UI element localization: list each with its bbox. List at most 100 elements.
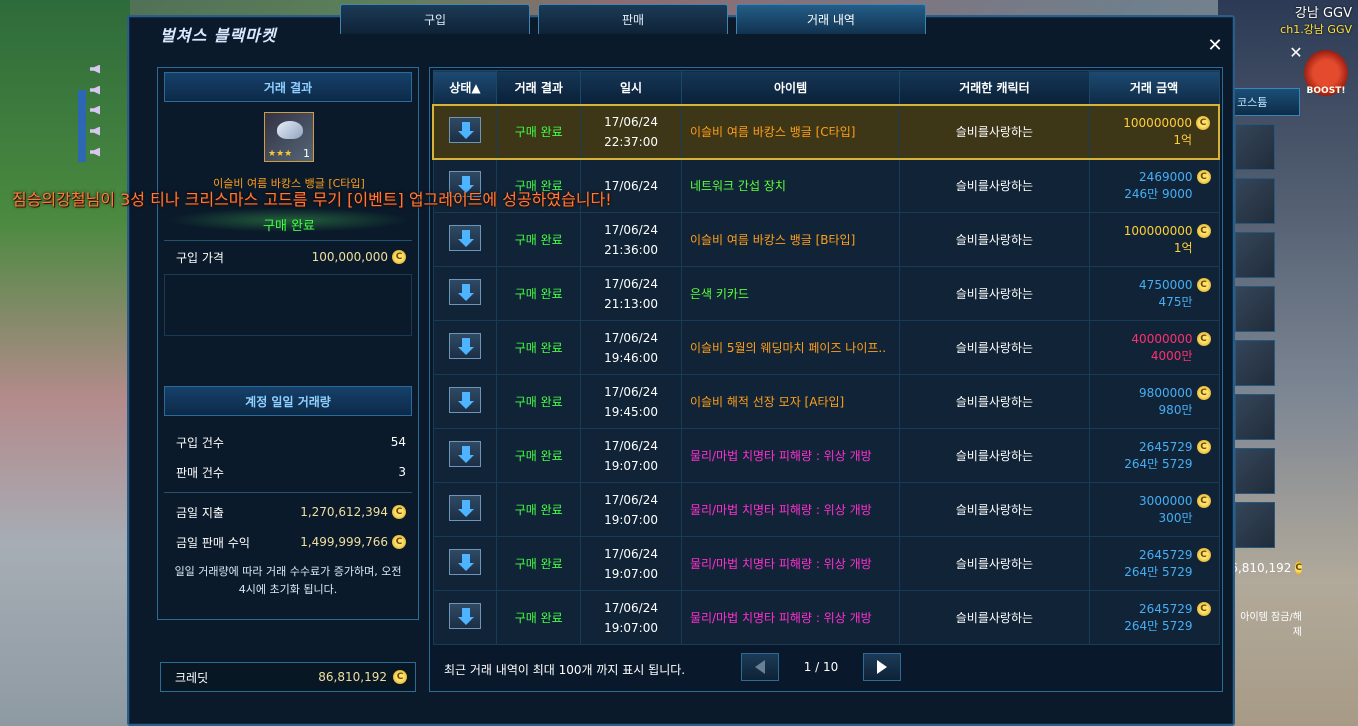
daily-panel-title: 계정 일일 거래량 [164,386,412,416]
table-row[interactable]: 구매 완료 17/06/24 22:37:00 이슬비 여름 바캉스 뱅글 [C타입]… [432,103,1220,160]
character-cell: 슬비를사랑하는 [899,103,1090,160]
chat-line [90,124,130,138]
result-cell: 구매 완료 [496,320,582,375]
result-cell: 구매 완료 [496,103,582,160]
inventory-close-icon[interactable]: ✕ [1288,45,1304,61]
inventory-slot[interactable] [1235,124,1275,170]
status-cell[interactable] [432,428,498,483]
column-character[interactable]: 거래한 캐릭터 [899,70,1090,105]
status-cell[interactable] [432,482,498,537]
inventory-slot[interactable] [1235,340,1275,386]
purchase-price-label: 구입 가격 [176,250,224,265]
daily-expense-amount: 1,270,612,394 [300,505,388,519]
amount-cell: 40000000 C 4000만 [1088,320,1220,375]
coin-icon: C [392,505,406,519]
boost-label: BOOST! [1306,86,1346,96]
close-icon[interactable]: ✕ [1206,37,1224,55]
download-icon[interactable] [448,441,481,467]
date-text: 17/06/24 [604,276,658,291]
daily-row: 구입 건수 54 [164,429,412,455]
item-cell: 물리/마법 치명타 피해량 : 위상 개방 [680,428,901,483]
character-cell: 슬비를사랑하는 [899,536,1090,591]
table-row[interactable]: 구매 완료 17/06/24 19:07:00 물리/마법 치명타 피해량 : 위상 … [432,536,1220,591]
inventory-slot[interactable] [1235,232,1275,278]
tab-history[interactable]: 거래 내역 [736,4,926,34]
column-date[interactable]: 일시 [580,70,682,105]
item-lock-button[interactable]: 아이템 잠금/해제 [1232,608,1302,638]
download-icon[interactable] [449,117,482,143]
speaker-icon [90,147,100,157]
credit-bar: 크레딧 86,810,192 C [160,662,416,692]
amount-value: 2645729 [1139,439,1193,454]
daily-row-label: 판매 건수 [176,465,224,480]
coin-icon: C [1196,170,1211,185]
status-cell[interactable] [432,320,498,375]
inventory-slot[interactable] [1235,448,1275,494]
chat-line [90,103,130,117]
coin-icon: C [1196,602,1211,616]
time-text: 19:45:00 [604,404,658,419]
coin-icon: C [1196,332,1211,346]
inventory-slot[interactable] [1235,286,1275,332]
status-cell[interactable] [432,103,498,160]
download-icon[interactable] [448,225,481,251]
download-icon[interactable] [448,549,481,575]
download-icon[interactable] [448,387,481,413]
tab-buy[interactable]: 구입 [340,4,530,34]
result-cell: 구매 완료 [496,536,582,591]
tab-costume[interactable]: 코스튬 [1232,88,1300,116]
column-item[interactable]: 아이템 [680,70,901,105]
speaker-icon [90,105,100,115]
date-cell: 17/06/24 19:07:00 [580,428,682,483]
inventory-slot[interactable] [1235,502,1275,548]
item-slot-icon[interactable]: ★★★ 1 [264,112,314,162]
credit-amount: 86,810,192 [318,670,387,684]
table-row[interactable]: 구매 완료 17/06/24 19:07:00 물리/마법 치명타 피해량 : 위상 … [432,482,1220,537]
amount-cell: 100000000 C 1억 [1088,212,1220,267]
download-icon[interactable] [448,333,481,359]
item-cell: 물리/마법 치명타 피해량 : 위상 개방 [680,482,901,537]
character-cell: 슬비를사랑하는 [899,158,1090,213]
boost-button[interactable]: BOOST! [1304,50,1348,96]
purchase-price-amount: 100,000,000 [311,250,388,264]
column-result[interactable]: 거래 결과 [496,70,582,105]
inventory-slot[interactable] [1235,394,1275,440]
next-page-button[interactable] [862,653,901,681]
column-status[interactable]: 상태▲ [432,70,498,105]
coin-icon: C [392,535,406,549]
prev-page-button[interactable] [741,653,779,681]
item-quantity: 1 [303,147,310,160]
download-icon[interactable] [448,603,481,629]
coin-icon: C [1196,278,1211,292]
table-row[interactable]: 구매 완료 17/06/24 21:36:00 이슬비 여름 바캉스 뱅글 [B타입]… [432,212,1220,267]
coin-icon: C [1196,548,1211,562]
table-row[interactable]: 구매 완료 17/06/24 19:07:00 물리/마법 치명타 피해량 : 위상 … [432,428,1220,483]
table-row[interactable]: 구매 완료 17/06/24 19:45:00 이슬비 해적 선장 모자 [A타입] 슬… [432,374,1220,429]
time-text: 19:07:00 [604,566,658,581]
inventory-slot[interactable] [1235,178,1275,224]
status-cell[interactable] [432,536,498,591]
table-row[interactable]: 구매 완료 17/06/24 19:46:00 이슬비 5월의 웨딩마치 페이즈 나이… [432,320,1220,375]
amount-korean: 264만 5729 [1124,618,1193,633]
amount-korean: 264만 5729 [1124,456,1193,471]
download-icon[interactable] [448,279,481,305]
chat-scrollbar[interactable] [78,90,86,162]
table-row[interactable]: 구매 완료 17/06/24 21:13:00 은색 키카드 슬비를사랑하는 475000… [432,266,1220,321]
status-cell[interactable] [432,266,498,321]
amount-value: 100000000 [1123,115,1192,130]
amount-value: 3000000 [1139,493,1193,508]
table-row[interactable]: 구매 완료 17/06/24 19:07:00 물리/마법 치명타 피해량 : 위상 … [432,590,1220,645]
status-cell[interactable] [432,590,498,645]
amount-line: 4750000 C [1139,277,1211,294]
status-cell[interactable] [432,212,498,267]
amount-value: 2469000 [1139,169,1193,184]
amount-line: 9800000 C [1139,385,1211,402]
column-amount[interactable]: 거래 금액 [1088,70,1220,105]
download-icon[interactable] [448,495,481,521]
credit-label: 크레딧 [175,670,209,685]
amount-cell: 4750000 C 475만 [1088,266,1220,321]
daily-row-value: 54 [390,435,406,449]
tab-sell[interactable]: 판매 [538,4,728,34]
result-cell: 구매 완료 [496,266,582,321]
status-cell[interactable] [432,374,498,429]
